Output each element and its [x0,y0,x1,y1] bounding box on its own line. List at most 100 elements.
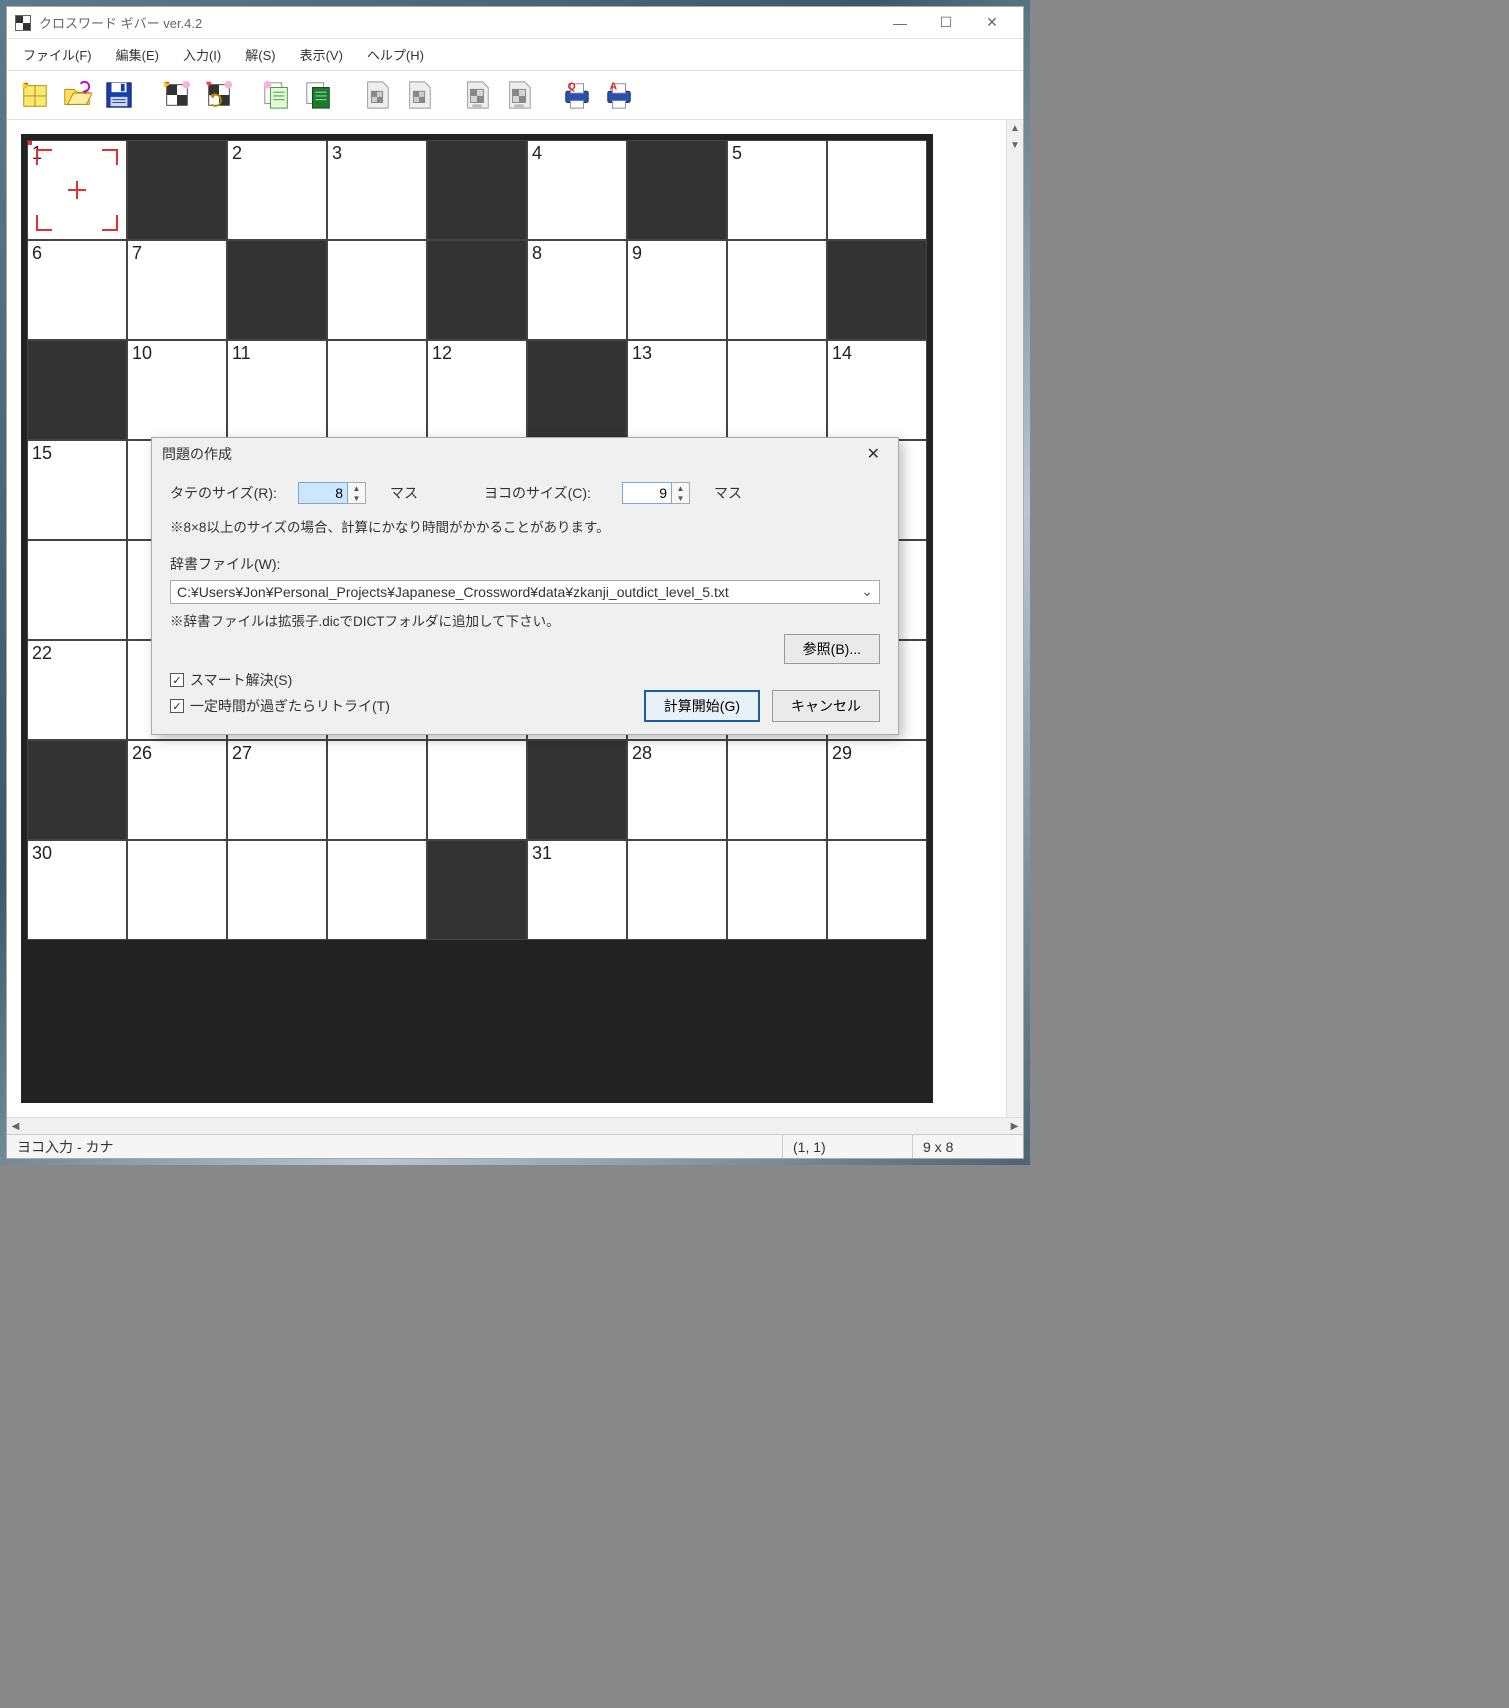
spin-down-icon[interactable]: ▼ [672,493,689,503]
grid-cell[interactable] [527,740,627,840]
app-icon [15,15,31,31]
grid-cell[interactable]: 30 [27,840,127,940]
open-file-button[interactable] [59,77,95,113]
menu-view[interactable]: 表示(V) [290,43,353,66]
new-puzzle-button[interactable] [159,77,195,113]
grid-cell[interactable] [227,840,327,940]
grid-cell[interactable]: 9 [627,240,727,340]
grid-cell[interactable]: 13 [627,340,727,440]
grid-cell[interactable]: 31 [527,840,627,940]
grid-cell[interactable]: 2 [227,140,327,240]
window-controls: — ☐ ✕ [877,9,1015,37]
grid-cell[interactable] [427,840,527,940]
cell-number: 4 [532,143,542,164]
grid-cell[interactable] [527,340,627,440]
grid-cell[interactable]: 27 [227,740,327,840]
spin-up-icon[interactable]: ▲ [348,483,365,493]
grid-cell[interactable] [627,840,727,940]
grid-cell[interactable] [227,240,327,340]
cell-number: 26 [132,743,152,764]
print-answer-button[interactable]: A [601,77,637,113]
menu-input[interactable]: 入力(I) [173,43,231,66]
grid-cell[interactable]: 1 [27,140,127,240]
menu-file[interactable]: ファイル(F) [13,43,102,66]
grid-cell[interactable] [27,340,127,440]
cell-number: 30 [32,843,52,864]
close-button[interactable]: ✕ [969,9,1015,37]
grid-cell[interactable] [727,340,827,440]
export-img2-button[interactable] [401,77,437,113]
grid-cell[interactable]: 5 [727,140,827,240]
grid-cell[interactable] [827,240,927,340]
grid-cell[interactable] [327,340,427,440]
copy2-button[interactable] [301,77,337,113]
smart-solve-checkbox[interactable]: ✓ スマート解決(S) [170,670,880,690]
retry-label: 一定時間が過ぎたらリトライ(T) [190,696,390,716]
grid-cell[interactable]: 3 [327,140,427,240]
grid-cell[interactable]: 28 [627,740,727,840]
grid-cell[interactable] [827,140,927,240]
grid-cell[interactable] [727,840,827,940]
grid-cell[interactable] [327,240,427,340]
cols-input[interactable] [622,482,672,504]
dict-note: ※辞書ファイルは拡張子.dicでDICTフォルダに追加して下さい。 [170,610,880,630]
grid-cell[interactable] [427,140,527,240]
grid-cell[interactable]: 8 [527,240,627,340]
new-file-button[interactable] [17,77,53,113]
spin-down-icon[interactable]: ▼ [348,493,365,503]
dict-file-combo[interactable]: C:¥Users¥Jon¥Personal_Projects¥Japanese_… [170,580,880,604]
menu-solve[interactable]: 解(S) [235,43,285,66]
browse-button[interactable]: 参照(B)... [784,634,880,664]
start-calc-button[interactable]: 計算開始(G) [644,690,760,722]
scroll-down-icon[interactable]: ▼ [1007,137,1023,154]
spin-up-icon[interactable]: ▲ [672,483,689,493]
cell-number: 6 [32,243,42,264]
export-img4-button[interactable] [501,77,537,113]
grid-cell[interactable]: 14 [827,340,927,440]
grid-cell[interactable] [727,740,827,840]
copy-button[interactable] [259,77,295,113]
menu-edit[interactable]: 編集(E) [106,43,169,66]
grid-cell[interactable] [327,840,427,940]
rows-input[interactable] [298,482,348,504]
maximize-button[interactable]: ☐ [923,9,969,37]
export-img1-button[interactable] [359,77,395,113]
grid-cell[interactable]: 11 [227,340,327,440]
grid-cell[interactable] [127,140,227,240]
scroll-left-icon[interactable]: ◀ [7,1118,24,1134]
grid-cell[interactable] [427,240,527,340]
grid-cell[interactable]: 22 [27,640,127,740]
vertical-scrollbar[interactable]: ▲ ▼ [1006,120,1023,1117]
grid-cell[interactable]: 6 [27,240,127,340]
checkbox-checked-icon: ✓ [170,673,184,687]
grid-cell[interactable]: 12 [427,340,527,440]
grid-cell[interactable] [127,840,227,940]
export-img3-button[interactable] [459,77,495,113]
grid-cell[interactable] [627,140,727,240]
regen-puzzle-button[interactable] [201,77,237,113]
grid-cell[interactable] [827,840,927,940]
grid-cell[interactable]: 15 [27,440,127,540]
rows-spinner[interactable]: ▲▼ [298,482,366,504]
scroll-right-icon[interactable]: ▶ [1006,1118,1023,1134]
grid-cell[interactable] [27,540,127,640]
cell-number: 13 [632,343,652,364]
menu-help[interactable]: ヘルプ(H) [357,43,434,66]
save-button[interactable] [101,77,137,113]
scroll-up-icon[interactable]: ▲ [1007,120,1023,137]
grid-cell[interactable]: 29 [827,740,927,840]
grid-cell[interactable] [427,740,527,840]
cols-spinner[interactable]: ▲▼ [622,482,690,504]
cancel-button[interactable]: キャンセル [772,690,880,722]
grid-cell[interactable] [327,740,427,840]
grid-cell[interactable]: 4 [527,140,627,240]
horizontal-scrollbar[interactable]: ◀ ▶ [7,1117,1023,1134]
grid-cell[interactable]: 7 [127,240,227,340]
grid-cell[interactable] [27,740,127,840]
grid-cell[interactable]: 10 [127,340,227,440]
print-question-button[interactable]: Q [559,77,595,113]
dialog-close-button[interactable]: ✕ [859,444,888,464]
grid-cell[interactable] [727,240,827,340]
minimize-button[interactable]: — [877,9,923,37]
grid-cell[interactable]: 26 [127,740,227,840]
